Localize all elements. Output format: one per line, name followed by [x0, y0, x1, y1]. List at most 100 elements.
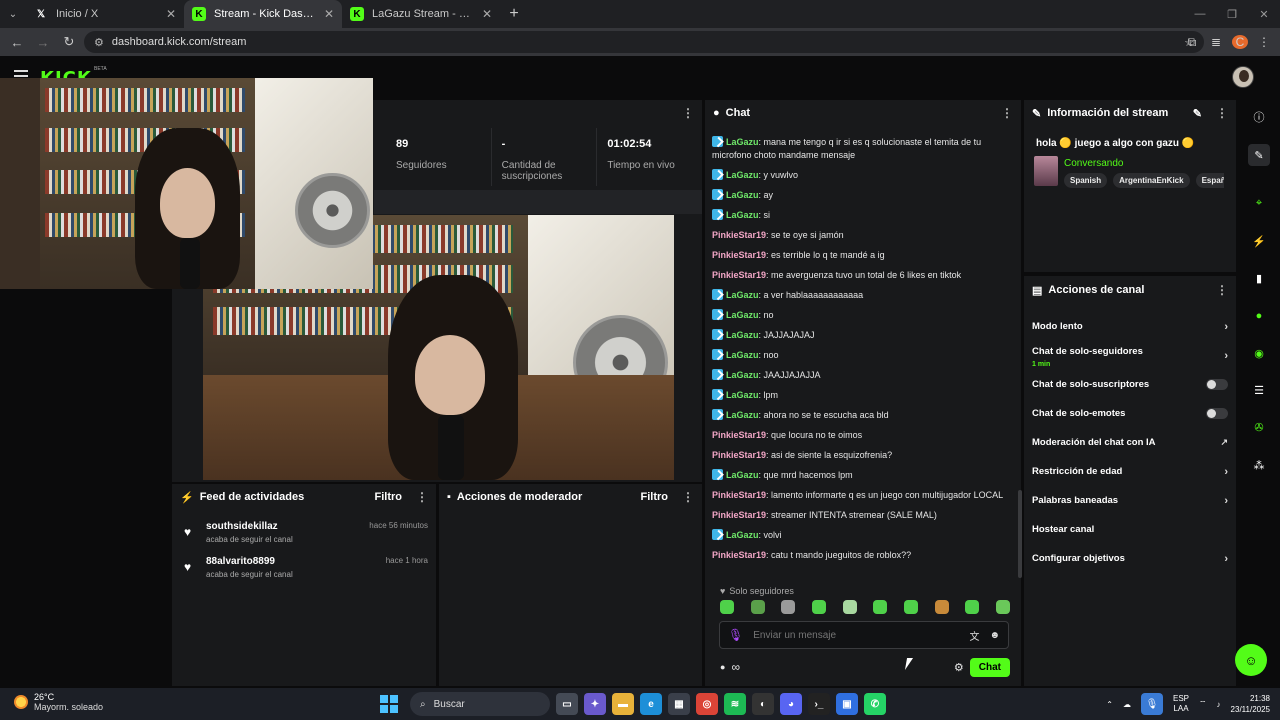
broadcast-icon[interactable]: ◉	[1248, 342, 1270, 364]
close-icon[interactable]: ✕	[166, 7, 176, 21]
focus-icon[interactable]: ⌖	[1248, 192, 1270, 214]
kebab-menu-icon[interactable]: ⋮	[1216, 106, 1228, 120]
forward-icon[interactable]: →	[32, 31, 54, 53]
chat-username[interactable]: LaGazu	[726, 190, 759, 200]
profile-avatar[interactable]: C	[1232, 35, 1248, 49]
filter-button[interactable]: Filtro	[375, 491, 403, 503]
discord-icon[interactable]: ◕	[780, 693, 802, 715]
tab-x[interactable]: 𝕏 Inicio / X ✕	[26, 0, 184, 28]
obs-icon[interactable]: ◐	[752, 693, 774, 715]
emote-icon[interactable]	[934, 600, 949, 614]
back-icon[interactable]: ←	[6, 31, 28, 53]
emote-icon[interactable]	[811, 600, 826, 614]
restore-icon[interactable]: ❐	[1216, 0, 1248, 28]
site-info-icon[interactable]: ⚙	[94, 36, 104, 49]
chat-username[interactable]: LaGazu	[726, 530, 759, 540]
channel-action-item[interactable]: Chat de solo-emotes	[1024, 399, 1236, 428]
emote-icon[interactable]	[750, 600, 765, 614]
volume-icon[interactable]: ♪	[1217, 700, 1221, 709]
chat-username[interactable]: LaGazu	[726, 350, 759, 360]
emote-icon[interactable]	[873, 600, 888, 614]
channel-action-item[interactable]: Chat de solo-seguidores 1 min ›	[1024, 341, 1236, 370]
wrench-icon[interactable]: ✇	[1248, 416, 1270, 438]
extensions-icon[interactable]: ⧉	[1184, 35, 1200, 50]
chat-username[interactable]: PinkieStar19	[712, 450, 766, 460]
chat-username[interactable]: PinkieStar19	[712, 270, 766, 280]
channel-action-item[interactable]: Hostear canal	[1024, 515, 1236, 544]
kebab-menu-icon[interactable]: ⋮	[416, 490, 428, 504]
chat-input-box[interactable]: 🎙 文 ☻	[719, 621, 1009, 649]
kebab-menu-icon[interactable]: ⋮	[1001, 106, 1013, 120]
emote-icon[interactable]	[842, 600, 857, 614]
chat-username[interactable]: LaGazu	[726, 330, 759, 340]
emote-icon[interactable]	[720, 600, 734, 614]
chat-username[interactable]: PinkieStar19	[712, 430, 766, 440]
task-view-icon[interactable]: ▭	[556, 693, 578, 715]
chat-settings-gear-icon[interactable]: ⚙	[954, 661, 964, 674]
chat-username[interactable]: PinkieStar19	[712, 550, 766, 560]
emoji-icon[interactable]: ☻	[989, 630, 1000, 641]
spotify-icon[interactable]: ≋	[724, 693, 746, 715]
chat-messages[interactable]: LaGazu: mana me tengo q ir si es q soluc…	[712, 136, 1008, 576]
feed-username[interactable]: southsidekillaz	[206, 521, 278, 532]
store-icon[interactable]: ▦	[668, 693, 690, 715]
info-icon[interactable]: ⓘ	[1248, 106, 1270, 128]
filter-button[interactable]: Filtro	[641, 491, 669, 503]
chat-scrollbar[interactable]	[1018, 490, 1022, 578]
tag[interactable]: Español	[1195, 173, 1224, 188]
channel-action-item[interactable]: Chat de solo-suscriptores	[1024, 370, 1236, 399]
support-chat-button[interactable]: ☺	[1235, 644, 1267, 676]
tab-search-icon[interactable]: ⌄	[0, 0, 26, 28]
language-indicator[interactable]: ESP LAA	[1173, 694, 1189, 714]
tray-expand-icon[interactable]: ⌃	[1106, 700, 1113, 709]
chat-username[interactable]: PinkieStar19	[712, 230, 766, 240]
channel-action-item[interactable]: Restricción de edad ›	[1024, 457, 1236, 486]
minimize-icon[interactable]: —	[1184, 0, 1216, 28]
close-icon[interactable]: ✕	[324, 7, 334, 21]
channel-action-item[interactable]: Modo lento ›	[1024, 312, 1236, 341]
clock[interactable]: 21:38 23/11/2025	[1231, 693, 1270, 715]
app-icon[interactable]: ▣	[836, 693, 858, 715]
emote-icon[interactable]	[781, 600, 796, 614]
emote-icon[interactable]	[903, 600, 918, 614]
tag[interactable]: ArgentinaEnKick	[1113, 173, 1190, 188]
new-tab-button[interactable]: +	[500, 0, 528, 28]
chat-input[interactable]	[753, 629, 960, 641]
taskbar-search[interactable]: ⌕ Buscar	[410, 692, 550, 716]
lightning-icon[interactable]: ⚡	[1248, 230, 1270, 252]
reload-icon[interactable]: ↻	[58, 31, 80, 53]
copilot-icon[interactable]: ✦	[584, 693, 606, 715]
emote-icon[interactable]	[995, 600, 1010, 614]
edge-icon[interactable]: e	[640, 693, 662, 715]
chat-username[interactable]: LaGazu	[726, 137, 759, 147]
tab-lagazu-stream[interactable]: K LaGazu Stream - Watch Live on ✕	[342, 0, 500, 28]
address-bar[interactable]: ⚙ dashboard.kick.com/stream ☆	[84, 31, 1204, 53]
category-name[interactable]: Conversando	[1064, 158, 1123, 169]
chat-username[interactable]: LaGazu	[726, 290, 759, 300]
category-thumbnail[interactable]	[1034, 156, 1058, 186]
chat-username[interactable]: PinkieStar19	[712, 510, 766, 520]
close-icon[interactable]: ✕	[482, 7, 492, 21]
terminal-icon[interactable]: ›_	[808, 693, 830, 715]
chat-username[interactable]: LaGazu	[726, 310, 759, 320]
chat-bubble-icon[interactable]: ●	[1248, 305, 1270, 327]
list-icon[interactable]: ☰	[1248, 379, 1270, 401]
kebab-menu-icon[interactable]: ⋮	[682, 490, 694, 504]
whatsapp-icon[interactable]: ✆	[864, 693, 886, 715]
menu-kebab-icon[interactable]: ⋮	[1256, 35, 1272, 49]
chat-username[interactable]: LaGazu	[726, 210, 759, 220]
user-avatar[interactable]	[1232, 66, 1254, 88]
weather-widget[interactable]: 26°C Mayorm. soleado	[14, 692, 103, 712]
edit-icon[interactable]: ✎	[1248, 144, 1270, 166]
network-icon[interactable]: ⌔	[1199, 699, 1207, 709]
chat-username[interactable]: PinkieStar19	[712, 490, 766, 500]
chat-username[interactable]: LaGazu	[726, 470, 759, 480]
file-explorer-icon[interactable]: ▬	[612, 693, 634, 715]
feed-username[interactable]: 88alvarito8899	[206, 556, 275, 567]
emote-icon[interactable]	[965, 600, 980, 614]
document-icon[interactable]: ▮	[1248, 267, 1270, 289]
tab-kick-dashboard[interactable]: K Stream - Kick Dashboard ✕	[184, 0, 342, 28]
kebab-menu-icon[interactable]: ⋮	[1216, 283, 1228, 297]
onedrive-icon[interactable]: ☁	[1123, 700, 1131, 709]
channel-action-item[interactable]: Moderación del chat con IA ↗	[1024, 428, 1236, 457]
